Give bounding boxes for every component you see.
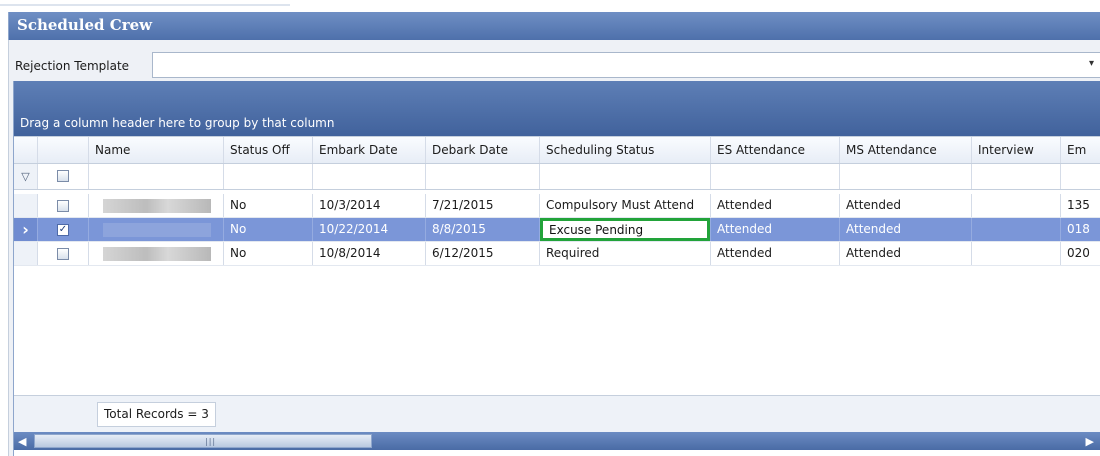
scrollbar-thumb[interactable]: ||| [34,434,372,448]
filter-icon[interactable]: ▽ [14,164,38,189]
rejection-template-combo[interactable]: ▾ [152,52,1100,78]
status-off-cell[interactable]: No [224,242,313,265]
name-cell[interactable] [89,194,224,217]
chevron-down-icon[interactable]: ▾ [1089,58,1094,69]
filter-cell-scheduling[interactable] [540,164,711,189]
filter-cell-debark[interactable] [426,164,540,189]
column-header-status-off[interactable]: Status Off [224,137,313,163]
column-header-debark-date[interactable]: Debark Date [426,137,540,163]
column-header-name[interactable]: Name [89,137,224,163]
scheduling-status-editor[interactable]: Excuse Pending [540,218,710,241]
row-checkbox-cell[interactable]: ✓ [38,218,89,241]
redacted-name [103,199,211,213]
column-header-em[interactable]: Em [1061,137,1100,163]
column-header-row: Name Status Off Embark Date Debark Date … [14,136,1100,164]
filter-cell-es[interactable] [711,164,840,189]
row-checkbox[interactable] [57,200,69,212]
status-off-cell[interactable]: No [224,218,313,241]
auto-filter-row: ▽ [14,164,1100,190]
es-attendance-cell[interactable]: Attended [711,194,840,217]
indicator-header [14,137,38,163]
filter-cell-name[interactable] [89,164,224,189]
filter-cell-ms[interactable] [840,164,972,189]
row-checkbox-cell[interactable] [38,242,89,265]
scheduling-status-cell[interactable]: Compulsory Must Attend [540,194,711,217]
checkbox-header [38,137,89,163]
filter-cell-status-off[interactable] [224,164,313,189]
interview-cell[interactable] [972,218,1061,241]
arrow-right-icon[interactable]: ▶ [1086,435,1094,448]
em-cell[interactable]: 135 [1061,194,1100,217]
ms-attendance-cell[interactable]: Attended [840,218,972,241]
column-header-scheduling-status[interactable]: Scheduling Status [540,137,711,163]
ms-attendance-cell[interactable]: Attended [840,194,972,217]
row-checkbox-cell[interactable] [38,194,89,217]
row-checkbox[interactable]: ✓ [57,224,69,236]
embark-date-cell[interactable]: 10/22/2014 [313,218,426,241]
embark-date-cell[interactable]: 10/3/2014 [313,194,426,217]
panel-title: Scheduled Crew [17,16,153,34]
es-attendance-cell[interactable]: Attended [711,218,840,241]
debark-date-cell[interactable]: 8/8/2015 [426,218,540,241]
ms-attendance-cell[interactable]: Attended [840,242,972,265]
group-by-hint: Drag a column header here to group by th… [20,116,335,130]
redacted-name [103,223,211,237]
column-header-interview[interactable]: Interview [972,137,1061,163]
grid-footer: Total Records = 3 [14,395,1100,432]
crew-grid: Drag a column header here to group by th… [13,81,1100,456]
row-indicator[interactable] [14,242,38,265]
status-off-cell[interactable]: No [224,194,313,217]
table-row[interactable]: No 10/8/2014 6/12/2015 Required Attended… [14,242,1100,266]
em-cell[interactable]: 020 [1061,242,1100,265]
column-header-embark-date[interactable]: Embark Date [313,137,426,163]
row-indicator[interactable] [14,194,38,217]
filter-checkbox-cell[interactable] [38,164,89,189]
table-row-selected[interactable]: › ✓ No 10/22/2014 8/8/2015 Excuse Pendin… [14,218,1100,242]
total-records: Total Records = 3 [97,402,216,427]
horizontal-scrollbar[interactable]: ◀ ||| ▶ [14,432,1100,450]
scheduling-status-cell[interactable]: Excuse Pending [540,218,711,241]
filter-checkbox[interactable] [57,170,69,182]
row-checkbox[interactable] [57,248,69,260]
group-by-panel[interactable]: Drag a column header here to group by th… [14,81,1100,136]
debark-date-cell[interactable]: 7/21/2015 [426,194,540,217]
interview-cell[interactable] [972,194,1061,217]
debark-date-cell[interactable]: 6/12/2015 [426,242,540,265]
top-strip [0,0,1100,12]
rejection-template-label: Rejection Template [15,59,130,73]
table-row[interactable]: No 10/3/2014 7/21/2015 Compulsory Must A… [14,194,1100,218]
scheduling-status-cell[interactable]: Required [540,242,711,265]
interview-cell[interactable] [972,242,1061,265]
redacted-name [103,247,211,261]
grip-icon: ||| [205,437,217,446]
em-cell[interactable]: 018 [1061,218,1100,241]
es-attendance-cell[interactable]: Attended [711,242,840,265]
name-cell[interactable] [89,218,224,241]
filter-cell-em[interactable] [1061,164,1100,189]
column-header-es-attendance[interactable]: ES Attendance [711,137,840,163]
column-header-ms-attendance[interactable]: MS Attendance [840,137,972,163]
arrow-left-icon[interactable]: ◀ [18,435,26,448]
embark-date-cell[interactable]: 10/8/2014 [313,242,426,265]
name-cell[interactable] [89,242,224,265]
filter-cell-embark[interactable] [313,164,426,189]
filter-cell-interview[interactable] [972,164,1061,189]
row-indicator[interactable]: › [14,218,38,241]
panel-title-bar: Scheduled Crew [8,12,1100,40]
